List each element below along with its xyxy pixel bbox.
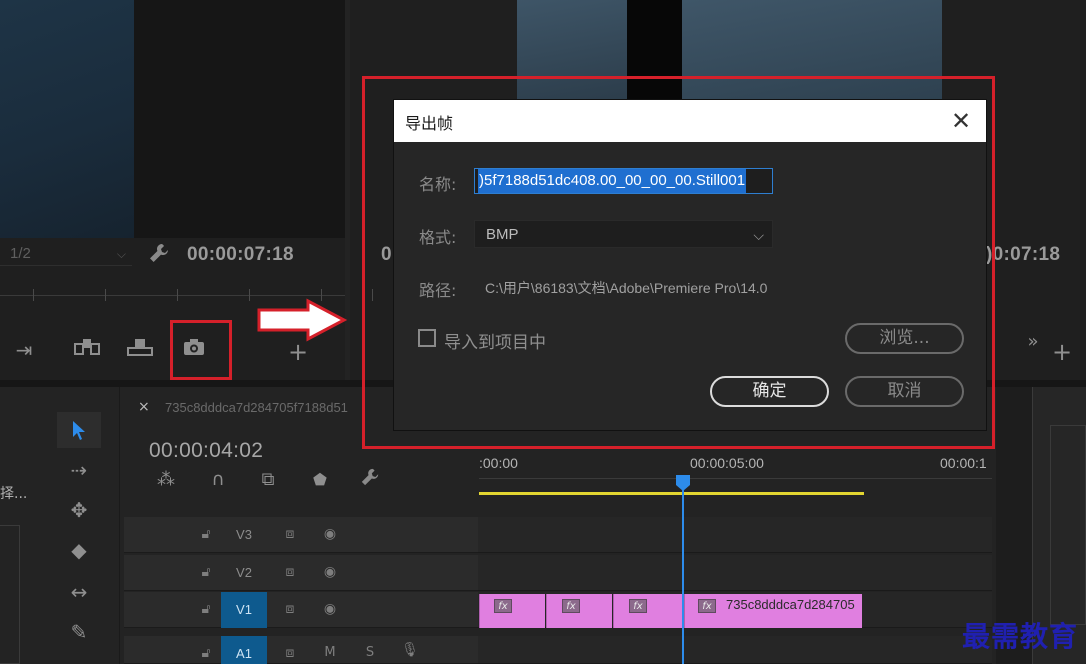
track-name-v2[interactable]: V2 <box>221 555 267 591</box>
sync-lock-icon[interactable]: ⧈ <box>278 601 302 617</box>
ripple-edit-tool-icon[interactable]: ✥ <box>57 492 101 528</box>
path-label: 路径: <box>419 281 457 300</box>
microphone-icon[interactable]: 🎙︎ <box>398 642 422 658</box>
chevron-down-icon: ⌵ <box>753 227 764 243</box>
zoom-select[interactable]: 1/2 ⌵ <box>0 242 132 266</box>
solo-button[interactable]: S <box>358 645 382 660</box>
nest-toggle-icon[interactable]: ⁂ <box>150 466 182 494</box>
import-checkbox[interactable] <box>418 329 436 347</box>
import-label[interactable]: 导入到项目中 <box>444 328 546 353</box>
go-to-out-icon[interactable]: ⇥ <box>8 336 40 364</box>
ruler-label-0: :00:00 <box>479 455 518 471</box>
eye-icon[interactable]: ◉ <box>318 601 342 617</box>
sync-lock-icon[interactable]: ⧈ <box>278 645 302 661</box>
dialog-titlebar[interactable] <box>394 100 986 142</box>
ruler-tick <box>105 289 106 301</box>
close-icon[interactable]: ✕ <box>944 104 978 138</box>
chevron-down-icon: ⌵ <box>116 247 126 261</box>
overwrite-icon[interactable] <box>124 336 156 364</box>
dialog-title: 导出帧 <box>405 114 454 133</box>
format-select[interactable]: BMP ⌵ <box>474 220 773 248</box>
cancel-button[interactable]: 取消 <box>845 376 964 407</box>
add-button-icon[interactable]: + <box>282 338 314 366</box>
timeline-timecode[interactable]: 00:00:04:02 <box>149 439 263 463</box>
playhead-handle[interactable] <box>675 474 691 496</box>
fx-badge-icon: fx <box>494 599 512 613</box>
lock-icon[interactable]: 🔓︎ <box>194 564 218 580</box>
sequence-tab[interactable]: 735c8dddca7d284705f7188d51 <box>165 400 348 415</box>
track-name-v1[interactable]: V1 <box>221 592 267 628</box>
fx-badge-icon: fx <box>629 599 647 613</box>
fx-badge-icon: fx <box>562 599 580 613</box>
program-timecode[interactable]: )0:07:18 <box>986 244 1060 266</box>
close-tab-icon[interactable]: × <box>138 399 150 415</box>
sync-lock-icon[interactable]: ⧈ <box>278 564 302 580</box>
project-panel: 择... <box>0 387 40 664</box>
annotation-arrow-icon <box>256 298 348 342</box>
ruler-tick <box>177 289 178 301</box>
playhead-line[interactable] <box>682 482 684 664</box>
ruler-label-2: 00:00:1 <box>940 455 987 471</box>
premiere-workspace: 1/2 ⌵ 00:00:07:18 ⇥ + 0 )0:07:18 » + 择..… <box>0 0 1086 664</box>
linked-selection-icon[interactable]: ⧉ <box>252 466 284 494</box>
pen-tool-icon[interactable]: ✎ <box>57 614 101 650</box>
source-ruler[interactable] <box>0 295 345 296</box>
panel-frame <box>0 525 20 664</box>
add-button-icon[interactable]: + <box>1046 338 1078 366</box>
mute-button[interactable]: M <box>318 645 342 660</box>
track-select-tool-icon[interactable]: ⇢ <box>57 452 101 488</box>
source-timecode[interactable]: 00:00:07:18 <box>187 244 294 266</box>
clip-label: 735c8dddca7d284705 <box>726 597 855 612</box>
more-controls-icon[interactable]: » <box>1017 328 1049 356</box>
razor-tool-icon[interactable]: ◆ <box>57 532 101 568</box>
selection-tool-icon[interactable] <box>57 412 101 448</box>
insert-icon[interactable] <box>72 336 104 364</box>
track-name-v3[interactable]: V3 <box>221 517 267 553</box>
fx-badge-icon: fx <box>698 599 716 613</box>
timeline-clip[interactable] <box>479 594 545 628</box>
audio-meter <box>1050 425 1086 625</box>
source-video-frame-dark <box>134 0 345 238</box>
time-ruler[interactable] <box>479 478 992 479</box>
name-label: 名称: <box>419 175 457 194</box>
timeline-clip[interactable] <box>613 594 683 628</box>
truncated-label: 择... <box>0 486 28 502</box>
name-value: )5f7188d51dc408.00_00_00_00.Still001 <box>478 169 747 193</box>
lock-icon[interactable]: 🔓︎ <box>194 645 218 661</box>
wrench-icon[interactable] <box>354 466 386 494</box>
slip-tool-icon[interactable]: ↔ <box>57 574 101 610</box>
ruler-tick <box>33 289 34 301</box>
ruler-tick <box>249 289 250 301</box>
sync-lock-icon[interactable]: ⧈ <box>278 526 302 542</box>
browse-button[interactable]: 浏览... <box>845 323 964 354</box>
path-value: C:\用户\86183\文档\Adobe\Premiere Pro\14.0 <box>485 280 768 296</box>
ruler-label-1: 00:00:05:00 <box>690 455 764 471</box>
lock-icon[interactable]: 🔓︎ <box>194 526 218 542</box>
wrench-icon[interactable] <box>148 242 172 266</box>
format-label: 格式: <box>419 228 457 247</box>
ok-button[interactable]: 确定 <box>710 376 829 407</box>
annotation-box-camera <box>170 320 232 380</box>
eye-icon[interactable]: ◉ <box>318 526 342 542</box>
eye-icon[interactable]: ◉ <box>318 564 342 580</box>
zoom-value: 1/2 <box>10 245 31 262</box>
marker-icon[interactable]: ⬟ <box>304 466 336 494</box>
track-name-a1[interactable]: A1 <box>221 636 267 664</box>
snap-magnet-icon[interactable]: ∩ <box>202 466 234 494</box>
watermark-logo: 最需教育 <box>962 620 1079 653</box>
name-field[interactable]: )5f7188d51dc408.00_00_00_00.Still001 <box>474 168 773 194</box>
format-value: BMP <box>486 226 519 243</box>
work-area-bar[interactable] <box>479 492 864 495</box>
source-video-frame <box>0 0 134 238</box>
lock-icon[interactable]: 🔓︎ <box>194 601 218 617</box>
